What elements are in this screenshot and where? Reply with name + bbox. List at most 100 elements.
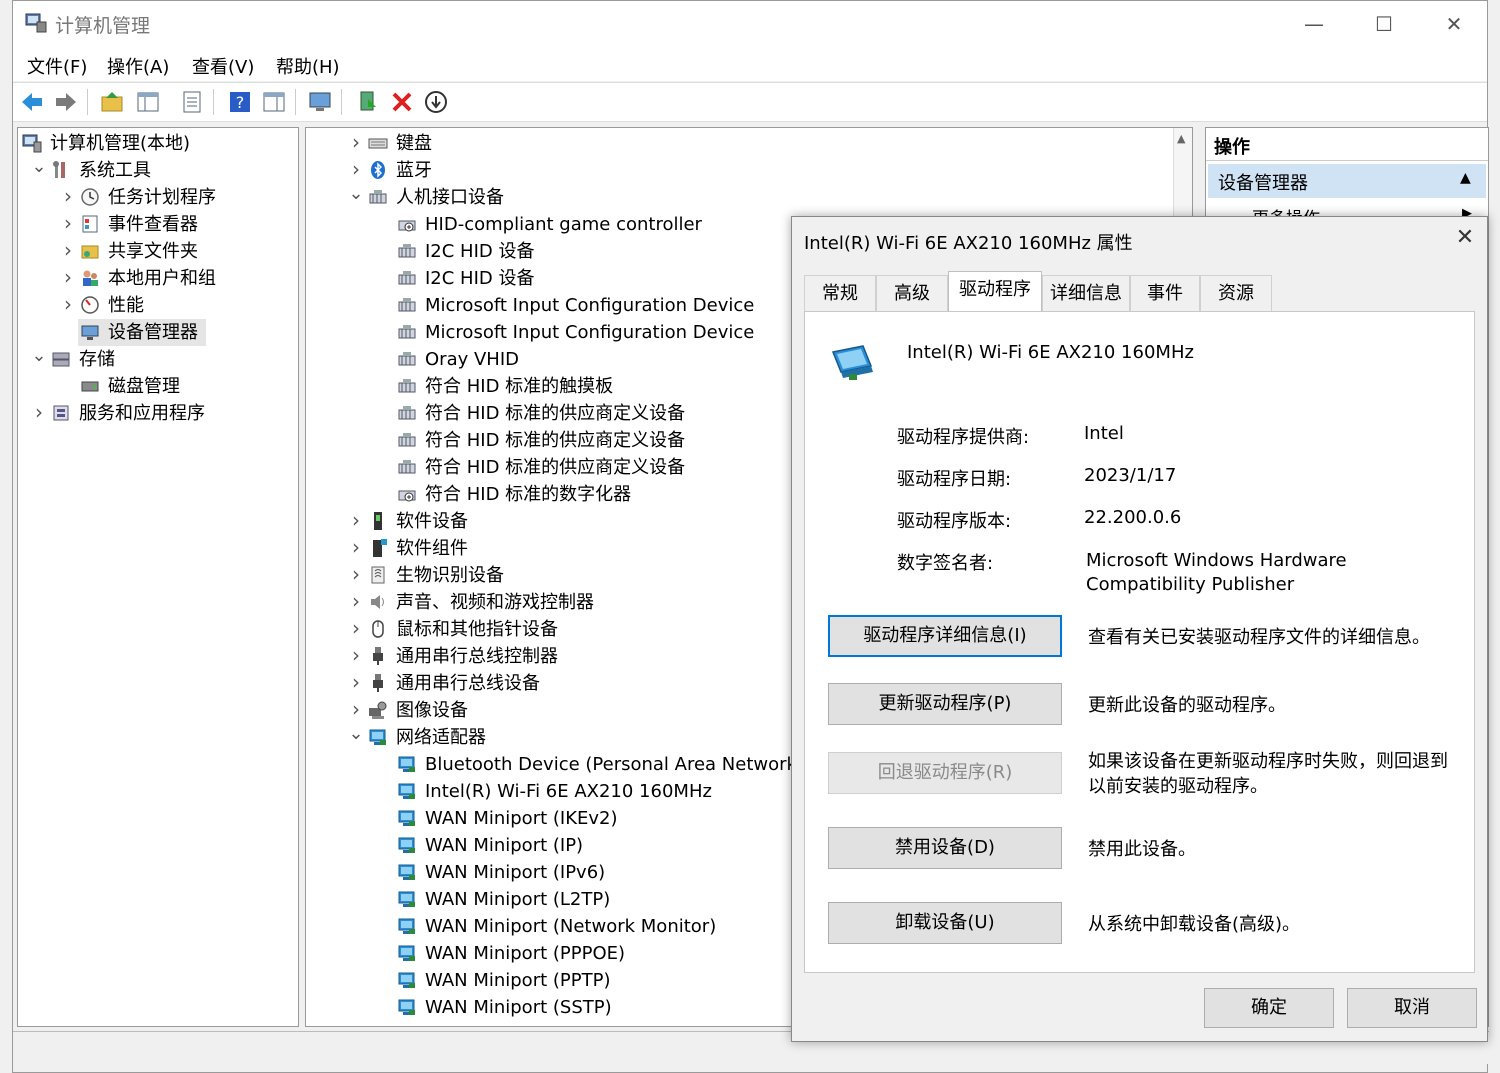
- digital-signer-value: Microsoft Windows Hardware Compatibility…: [1086, 550, 1347, 595]
- console-tree-item[interactable]: › 共享文件夹: [18, 238, 298, 265]
- collapse-chevron-icon[interactable]: ⌄: [348, 720, 364, 747]
- tree-item-label: Oray VHID: [425, 349, 519, 370]
- menu-file[interactable]: 文件(F): [27, 53, 87, 79]
- tree-item-label: 符合 HID 标准的供应商定义设备: [425, 430, 686, 451]
- actions-section-device-manager[interactable]: 设备管理器 ▲: [1208, 164, 1486, 198]
- console-tree-item[interactable]: › 本地用户和组: [18, 265, 298, 292]
- roll-back-driver-desc: 如果该设备在更新驱动程序时失败，则回退到以前安装的驱动程序。: [1088, 751, 1448, 797]
- update-driver-icon[interactable]: [355, 89, 381, 115]
- expand-chevron-icon[interactable]: ›: [348, 507, 364, 534]
- console-tree-item[interactable]: 设备管理器: [18, 319, 298, 346]
- clock-icon: [81, 188, 99, 206]
- tree-item-label: 存储: [79, 349, 115, 370]
- camera-icon: [369, 701, 387, 719]
- expand-chevron-icon[interactable]: ›: [348, 534, 364, 561]
- tab-advanced[interactable]: 高级: [876, 275, 948, 311]
- tab-resources[interactable]: 资源: [1200, 275, 1272, 311]
- network-icon: [398, 864, 415, 880]
- actions-section-label: 设备管理器: [1218, 173, 1308, 194]
- expand-chevron-icon[interactable]: ›: [348, 615, 364, 642]
- software-component-icon: [373, 539, 387, 557]
- expand-chevron-icon[interactable]: ›: [348, 588, 364, 615]
- menu-help[interactable]: 帮助(H): [276, 53, 340, 79]
- maximize-button[interactable]: ☐: [1369, 11, 1399, 37]
- disable-device-icon[interactable]: [423, 89, 449, 115]
- tree-item-label: WAN Miniport (Network Monitor): [425, 916, 717, 937]
- help-icon[interactable]: ?: [227, 89, 253, 115]
- menu-bar: 文件(F) 操作(A) 查看(V) 帮助(H): [13, 47, 1487, 81]
- tab-general[interactable]: 常规: [804, 275, 876, 311]
- expand-chevron-icon[interactable]: ›: [348, 561, 364, 588]
- expand-chevron-icon[interactable]: ›: [60, 264, 76, 291]
- network-icon: [398, 756, 415, 772]
- console-tree-item[interactable]: 磁盘管理: [18, 373, 298, 400]
- digital-signer-label: 数字签名者:: [897, 553, 994, 574]
- properties-icon[interactable]: [179, 89, 205, 115]
- expand-chevron-icon[interactable]: ›: [60, 210, 76, 237]
- tree-item-label: 服务和应用程序: [79, 403, 205, 424]
- expand-chevron-icon[interactable]: ›: [348, 669, 364, 696]
- expand-chevron-icon[interactable]: ›: [60, 183, 76, 210]
- tree-item-label: 设备管理器: [108, 322, 198, 343]
- up-folder-icon[interactable]: [99, 89, 125, 115]
- device-tree-item[interactable]: › 键盘: [306, 130, 1166, 157]
- tab-events[interactable]: 事件: [1130, 275, 1200, 311]
- tree-item-label: 鼠标和其他指针设备: [396, 619, 558, 640]
- uninstall-device-button[interactable]: 卸载设备(U): [828, 902, 1062, 944]
- console-tree-item[interactable]: › 任务计划程序: [18, 184, 298, 211]
- expand-chevron-icon[interactable]: ›: [348, 696, 364, 723]
- console-tree-item[interactable]: › 事件查看器: [18, 211, 298, 238]
- driver-provider-label: 驱动程序提供商:: [897, 427, 1030, 448]
- menu-view[interactable]: 查看(V): [192, 53, 254, 79]
- ok-button[interactable]: 确定: [1204, 988, 1334, 1028]
- back-arrow-icon[interactable]: [19, 89, 45, 115]
- disable-device-desc: 禁用此设备。: [1088, 839, 1196, 860]
- expand-chevron-icon[interactable]: ›: [60, 291, 76, 318]
- title-bar: 计算机管理 — ☐ ✕: [13, 1, 1487, 47]
- tree-item-label: WAN Miniport (PPTP): [425, 970, 611, 991]
- console-tree-item[interactable]: ⌄ 存储: [18, 345, 298, 373]
- tools-icon: [53, 161, 65, 178]
- console-tree-item[interactable]: 计算机管理(本地): [18, 130, 298, 157]
- menu-action[interactable]: 操作(A): [107, 53, 169, 79]
- dialog-close-button[interactable]: ✕: [1452, 225, 1478, 250]
- tree-item-label: 符合 HID 标准的触摸板: [425, 376, 614, 397]
- network-adapter-icon: [831, 345, 873, 380]
- console-tree-item[interactable]: › 性能: [18, 292, 298, 319]
- bluetooth-icon: [371, 161, 385, 179]
- expand-chevron-icon[interactable]: ›: [348, 156, 364, 183]
- expand-chevron-icon[interactable]: ›: [31, 399, 47, 426]
- action-pane-icon[interactable]: [261, 89, 287, 115]
- disable-device-button[interactable]: 禁用设备(D): [828, 827, 1062, 869]
- tree-item-label: 任务计划程序: [108, 187, 216, 208]
- expand-chevron-icon[interactable]: ›: [60, 237, 76, 264]
- tab-driver[interactable]: 驱动程序: [948, 271, 1042, 312]
- actions-header: 操作: [1206, 128, 1488, 161]
- scroll-up-icon[interactable]: ▲: [1177, 132, 1185, 145]
- forward-arrow-icon[interactable]: [53, 89, 79, 115]
- scan-hardware-icon[interactable]: [307, 89, 333, 115]
- minimize-button[interactable]: —: [1299, 11, 1329, 37]
- hid-icon: [369, 190, 387, 204]
- console-tree-item[interactable]: › 服务和应用程序: [18, 400, 298, 427]
- driver-details-button[interactable]: 驱动程序详细信息(I): [828, 615, 1062, 657]
- close-button[interactable]: ✕: [1439, 11, 1469, 37]
- device-tree-item[interactable]: › 蓝牙: [306, 157, 1166, 184]
- show-hide-tree-icon[interactable]: [135, 89, 161, 115]
- roll-back-driver-button[interactable]: 回退驱动程序(R): [828, 752, 1062, 794]
- network-icon: [398, 945, 415, 961]
- cancel-button[interactable]: 取消: [1347, 988, 1477, 1028]
- collapse-chevron-icon[interactable]: ⌄: [348, 180, 364, 207]
- tree-item-label: 网络适配器: [396, 727, 486, 748]
- collapse-chevron-icon[interactable]: ⌄: [31, 342, 47, 369]
- device-tree-item[interactable]: ⌄ 人机接口设备: [306, 183, 1166, 211]
- expand-chevron-icon[interactable]: ›: [348, 642, 364, 669]
- uninstall-device-icon[interactable]: [389, 89, 415, 115]
- console-tree-item[interactable]: ⌄ 系统工具: [18, 156, 298, 184]
- tab-details[interactable]: 详细信息: [1042, 275, 1130, 311]
- speaker-icon: [371, 595, 384, 609]
- expand-chevron-icon[interactable]: ›: [348, 129, 364, 156]
- collapse-chevron-icon[interactable]: ⌄: [31, 153, 47, 180]
- update-driver-button[interactable]: 更新驱动程序(P): [828, 683, 1062, 725]
- services-icon: [53, 405, 69, 421]
